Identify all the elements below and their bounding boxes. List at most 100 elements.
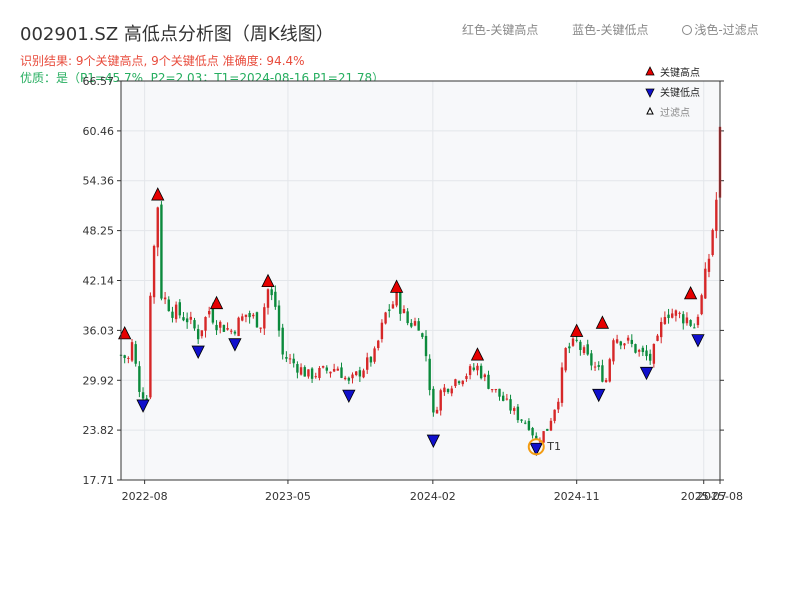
candle-body [476,365,479,371]
candle-body [696,316,700,326]
candle-body [601,365,604,382]
candle-body [652,343,656,364]
candle-body [259,327,262,329]
candle-body [604,380,608,383]
y-tick-label: 66.57 [83,75,115,88]
candle-body [542,431,545,443]
candle-body [656,335,659,341]
candle-body [410,322,413,327]
candle-body [233,331,237,334]
candle-body [494,389,498,391]
candle-body [421,333,424,337]
candle-body [402,309,406,314]
candle-body [310,368,314,379]
candle-body [185,318,189,323]
candle-body [468,366,472,376]
candle-body [321,366,325,368]
candle-body [590,353,593,366]
candle-body [450,388,453,394]
candle-body [160,204,163,299]
candle-body [479,365,483,379]
candle-body [318,367,321,378]
x-tick-label: 2023-05 [265,490,311,503]
candle-body [582,347,586,354]
candle-body [501,395,505,401]
candle-body [667,314,670,319]
candle-body [454,379,457,387]
candle-body [274,291,277,307]
candle-body [178,302,181,316]
candle-body [560,367,564,403]
candle-body [612,340,615,362]
candle-body [531,427,534,436]
candle-body [483,374,487,378]
x-tick-label: 2025-08 [697,490,743,503]
candle-body [347,377,351,381]
candle-body [303,367,306,377]
candle-body [549,420,553,431]
candle-body [579,341,582,351]
candle-body [351,374,354,379]
candle-body [623,343,626,346]
candle-body [134,344,137,364]
candle-body [660,321,663,338]
candle-body [171,311,174,318]
y-tick-label: 36.03 [83,324,115,337]
candle-body [509,399,512,411]
candle-body [296,364,299,373]
candle-body [513,408,516,411]
candle-body [674,310,678,316]
candle-body [461,380,464,385]
candle-body [288,358,292,360]
candle-body [138,366,141,392]
y-tick-label: 17.71 [83,474,115,487]
candle-body [424,335,428,357]
candle-body [373,348,376,362]
candle-body [329,371,332,374]
candle-body [325,367,328,371]
candle-body [498,388,501,397]
y-tick-label: 54.36 [83,175,115,188]
x-tick-label: 2024-02 [410,490,456,503]
candle-body [546,428,549,431]
candle-body [248,313,251,318]
candle-body [553,409,556,421]
candle-body [207,310,211,315]
candle-body [693,327,696,329]
candle-body [252,314,255,317]
candle-body [314,376,317,378]
candle-body [123,355,126,359]
candle-body [193,320,196,329]
candle-body [281,327,284,355]
candle-body [487,374,490,389]
x-tick-label: 2024-11 [554,490,600,503]
candle-body [226,328,229,330]
candle-body [340,367,343,378]
candle-body [685,317,689,324]
candle-body [465,376,468,379]
candle-body [689,320,692,326]
candle-body [384,312,387,324]
candle-body [237,317,240,337]
candle-body [277,305,281,331]
candle-body [395,291,398,306]
y-tick-label: 60.46 [83,125,115,138]
legend-label-filtered: 过滤点 [660,106,690,119]
candle-body [182,317,185,321]
candle-body [472,367,475,370]
candle-body [380,322,384,340]
y-tick-label: 42.14 [83,275,115,288]
candle-body [174,304,178,320]
candle-body [619,341,622,346]
candle-body [307,369,310,377]
candle-body [671,313,674,318]
candle-body [715,199,718,231]
candle-body [336,368,340,371]
candle-body [446,388,450,393]
candle-body [130,342,134,361]
candle-body [299,367,303,375]
candle-body [141,392,145,399]
candle-body [189,316,193,320]
candle-body [457,381,461,384]
candle-body [255,312,259,328]
